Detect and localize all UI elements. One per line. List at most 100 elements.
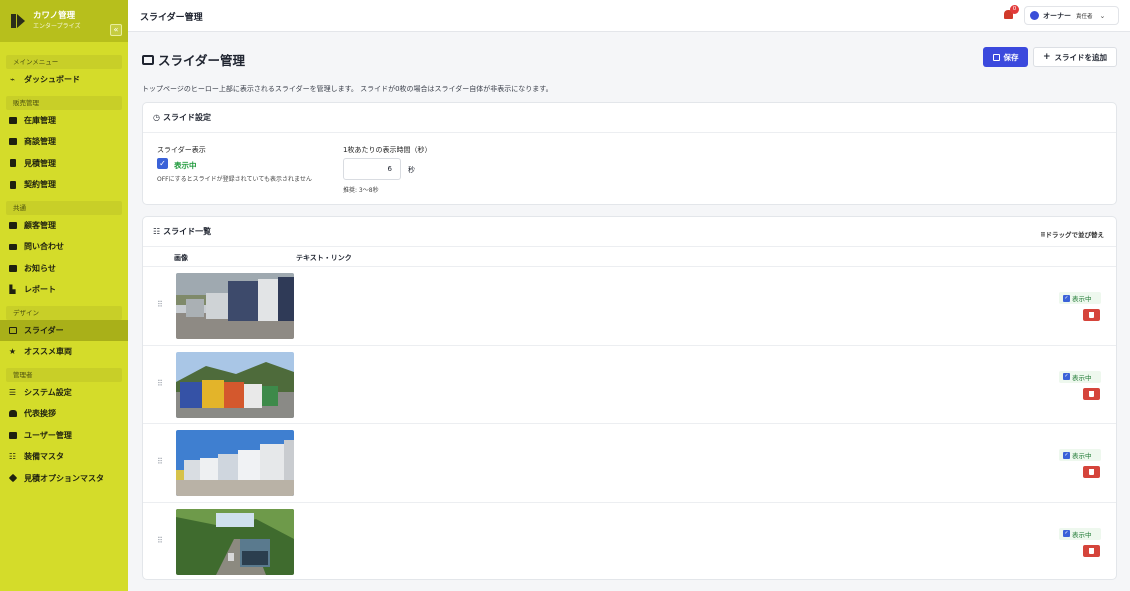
slide-image-trucks-blue-sky <box>176 430 294 496</box>
sidebar-section-design: デザイン <box>6 305 122 320</box>
column-image: 画像 <box>174 254 188 262</box>
add-slide-button[interactable]: + スライドを追加 <box>1033 47 1117 67</box>
table-row: ⠿ ✓ 表示中 <box>143 267 1116 346</box>
brand-sub: エンタープライズ <box>33 22 81 30</box>
page-description: トップページのヒーロー上部に表示されるスライダーを管理します。 スライドが0枚の… <box>142 85 553 93</box>
status-badge[interactable]: ✓ 表示中 <box>1059 527 1101 540</box>
delete-button[interactable] <box>1083 309 1100 321</box>
list-icon: ☷ <box>153 227 161 236</box>
file-icon <box>8 159 17 168</box>
duration-input[interactable]: 6 <box>343 158 401 180</box>
save-button[interactable]: 保存 <box>983 47 1028 67</box>
sidebar-item-quote-options[interactable]: 見積オプションマスタ <box>0 468 128 490</box>
users-cog-icon <box>8 431 17 440</box>
clock-icon: ◷ <box>153 113 160 122</box>
sidebar-item-inventory[interactable]: 在庫管理 <box>0 110 128 132</box>
topbar: スライダー管理 0 オーナー 責任者 ⌄ <box>128 0 1130 32</box>
status-badge[interactable]: ✓ 表示中 <box>1059 370 1101 383</box>
truck-icon <box>8 116 17 125</box>
table-row: ⠿ ✓ 表示中 <box>143 503 1116 582</box>
floppy-disk-icon <box>992 53 1000 61</box>
sidebar-item-slider[interactable]: スライダー <box>0 319 128 341</box>
chart-bar-icon: ▙ <box>9 285 16 295</box>
slide-settings-card: ◷ スライド設定 スライダー表示 ✓ 表示中 OFFにするとスライドが登録されてい… <box>142 102 1117 205</box>
brand: カワノ管理 エンタープライズ « <box>0 0 128 42</box>
card-heading: ☷ スライド一覧 <box>143 217 1116 247</box>
delete-button[interactable] <box>1083 544 1100 557</box>
slide-image-truck-depot <box>176 273 294 339</box>
trash-icon <box>1089 390 1094 397</box>
slide-image <box>176 508 294 575</box>
drag-hint: ⠿ドラッグで並び替え <box>1040 231 1104 239</box>
sidebar-item-news[interactable]: お知らせ <box>0 258 128 280</box>
tag-icon <box>8 474 17 483</box>
plus-icon: + <box>1042 52 1051 62</box>
slider-display-label: スライダー表示 <box>157 146 206 154</box>
table-row: ⠿ ✓ 表示中 <box>143 424 1116 503</box>
duration-hint: 推奨: 3〜8秒 <box>343 187 379 194</box>
sidebar-item-customers[interactable]: 顧客管理 <box>0 215 128 237</box>
slide-image <box>176 351 294 418</box>
sidebar-item-system-settings[interactable]: ☰ システム設定 <box>0 382 128 404</box>
trash-icon <box>1089 469 1094 475</box>
chevron-down-icon: ⌄ <box>1099 11 1106 20</box>
drag-handle-icon[interactable]: ⠿ <box>157 536 163 545</box>
check-icon: ✓ <box>1063 294 1070 302</box>
sidebar-item-users[interactable]: ユーザー管理 <box>0 425 128 447</box>
sidebar-item-dashboard[interactable]: ⌁ ダッシュボード <box>0 69 128 91</box>
topbar-title: スライダー管理 <box>140 13 203 23</box>
sidebar-item-equipment[interactable]: ☷ 装備マスタ <box>0 446 128 468</box>
user-circle-icon <box>1030 11 1039 20</box>
images-icon <box>142 54 154 65</box>
sidebar-item-inquiries[interactable]: 問い合わせ <box>0 236 128 258</box>
user-menu[interactable]: オーナー 責任者 ⌄ <box>1024 6 1119 25</box>
sliders-icon: ☰ <box>8 387 17 397</box>
duration-unit: 秒 <box>408 166 415 174</box>
list-icon: ☷ <box>8 452 17 462</box>
slider-display-checkbox[interactable]: ✓ <box>157 158 168 169</box>
sidebar-item-quotes[interactable]: 見積管理 <box>0 153 128 175</box>
sidebar-item-reports[interactable]: ▙ レポート <box>0 279 128 301</box>
table-row: ⠿ ✓ 表示中 <box>143 346 1116 424</box>
page-title: スライダー管理 <box>142 50 245 69</box>
status-badge[interactable]: ✓ 表示中 <box>1059 449 1101 461</box>
slider-display-hint: OFFにするとスライドが登録されていても表示されません <box>157 176 312 183</box>
drag-handle-icon[interactable]: ⠿ <box>157 457 163 466</box>
slider-display-status: 表示中 <box>174 161 197 170</box>
check-icon: ✓ <box>1063 451 1070 459</box>
handshake-icon <box>8 137 17 146</box>
sidebar-item-recommended[interactable]: ★ オススメ車両 <box>0 341 128 363</box>
users-icon <box>8 221 17 230</box>
sidebar-section-common: 共通 <box>6 200 122 215</box>
slide-image-truck-forest-road <box>176 508 294 575</box>
chart-line-icon: ⌁ <box>10 75 15 85</box>
star-icon: ★ <box>8 347 17 357</box>
sidebar-section-main: メインメニュー <box>6 55 122 69</box>
envelope-icon <box>8 242 17 251</box>
user-icon <box>8 409 17 418</box>
file-contract-icon <box>8 180 17 189</box>
delete-button[interactable] <box>1083 387 1100 400</box>
trash-icon <box>1089 547 1094 554</box>
sidebar-section-sales: 販売管理 <box>6 95 122 110</box>
slide-image <box>176 430 294 496</box>
sidebar-item-contracts[interactable]: 契約管理 <box>0 174 128 196</box>
user-role: 責任者 <box>1076 13 1093 20</box>
status-badge[interactable]: ✓ 表示中 <box>1059 292 1101 304</box>
drag-handle-icon[interactable]: ⠿ <box>157 300 163 309</box>
drag-handle-icon[interactable]: ⠿ <box>157 379 163 388</box>
brand-name: カワノ管理 <box>33 11 76 22</box>
trash-icon <box>1089 312 1094 318</box>
slide-image-dump-trucks-hills <box>176 351 294 418</box>
megaphone-icon <box>8 264 17 273</box>
collapse-sidebar-icon[interactable]: « <box>110 24 122 36</box>
sidebar-item-greeting[interactable]: 代表挨拶 <box>0 403 128 425</box>
images-icon <box>8 326 17 335</box>
card-heading: ◷ スライド設定 <box>143 103 1116 133</box>
logo-icon <box>9 12 27 30</box>
sidebar: カワノ管理 エンタープライズ « メインメニュー ⌁ ダッシュボード 販売管理 在… <box>0 0 128 591</box>
delete-button[interactable] <box>1083 466 1100 478</box>
notification-badge: 0 <box>1010 5 1019 14</box>
slide-list-card: ☷ スライド一覧 ⠿ドラッグで並び替え 画像 テキスト・リンク ⠿ ✓ 表示中 … <box>142 216 1117 580</box>
sidebar-item-deals[interactable]: 商談管理 <box>0 131 128 153</box>
